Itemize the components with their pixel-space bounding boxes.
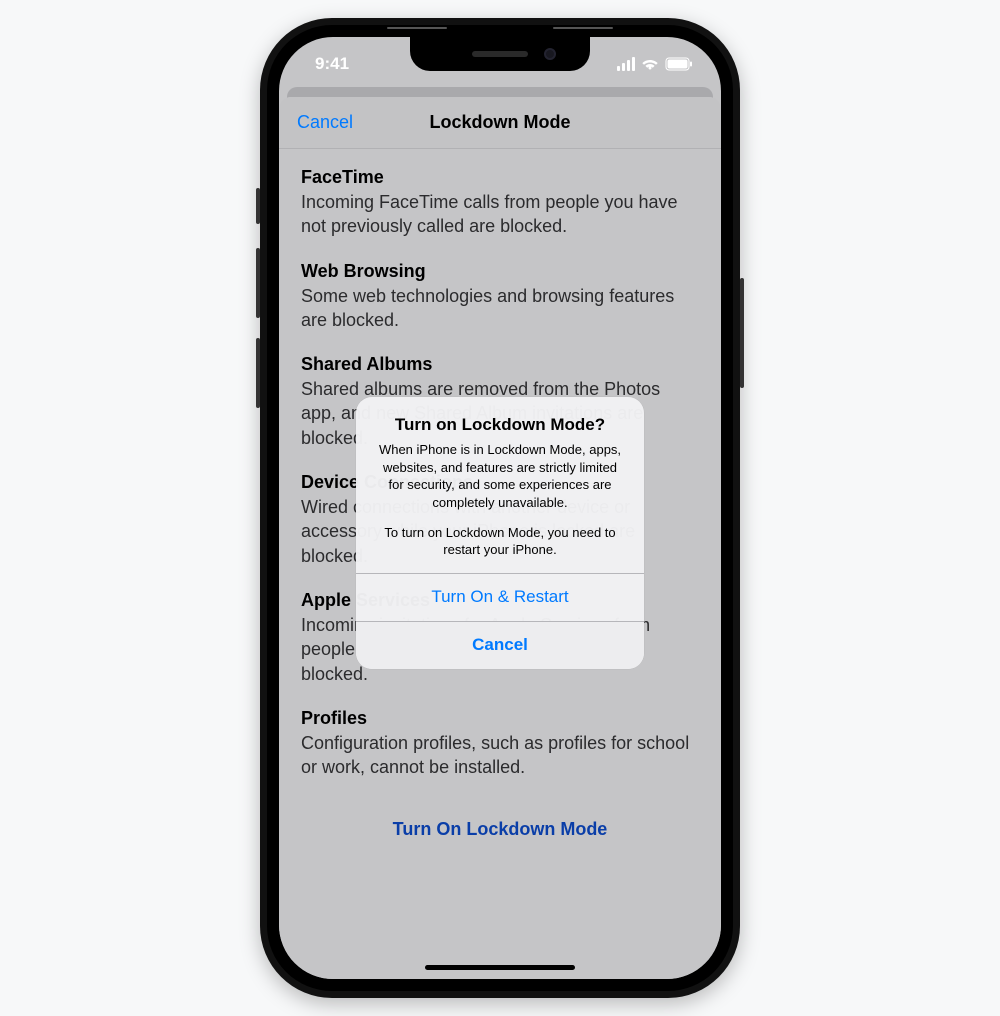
- alert-backdrop: Turn on Lockdown Mode? When iPhone is in…: [279, 37, 721, 979]
- alert-message: When iPhone is in Lockdown Mode, apps, w…: [374, 441, 626, 558]
- iphone-device-frame: 9:41: [260, 18, 740, 998]
- home-indicator[interactable]: [425, 965, 575, 970]
- antenna-line: [553, 27, 613, 29]
- volume-down-button: [256, 338, 260, 408]
- mute-switch: [256, 188, 260, 224]
- screen: 9:41: [279, 37, 721, 979]
- alert-cancel-button[interactable]: Cancel: [356, 621, 644, 669]
- volume-up-button: [256, 248, 260, 318]
- alert-message-line: When iPhone is in Lockdown Mode, apps, w…: [374, 441, 626, 511]
- alert-title: Turn on Lockdown Mode?: [374, 415, 626, 435]
- alert-confirm-button[interactable]: Turn On & Restart: [356, 573, 644, 621]
- side-button: [740, 278, 744, 388]
- alert-body: Turn on Lockdown Mode? When iPhone is in…: [356, 397, 644, 572]
- antenna-line: [387, 27, 447, 29]
- confirmation-alert: Turn on Lockdown Mode? When iPhone is in…: [356, 397, 644, 668]
- alert-message-line: To turn on Lockdown Mode, you need to re…: [374, 524, 626, 559]
